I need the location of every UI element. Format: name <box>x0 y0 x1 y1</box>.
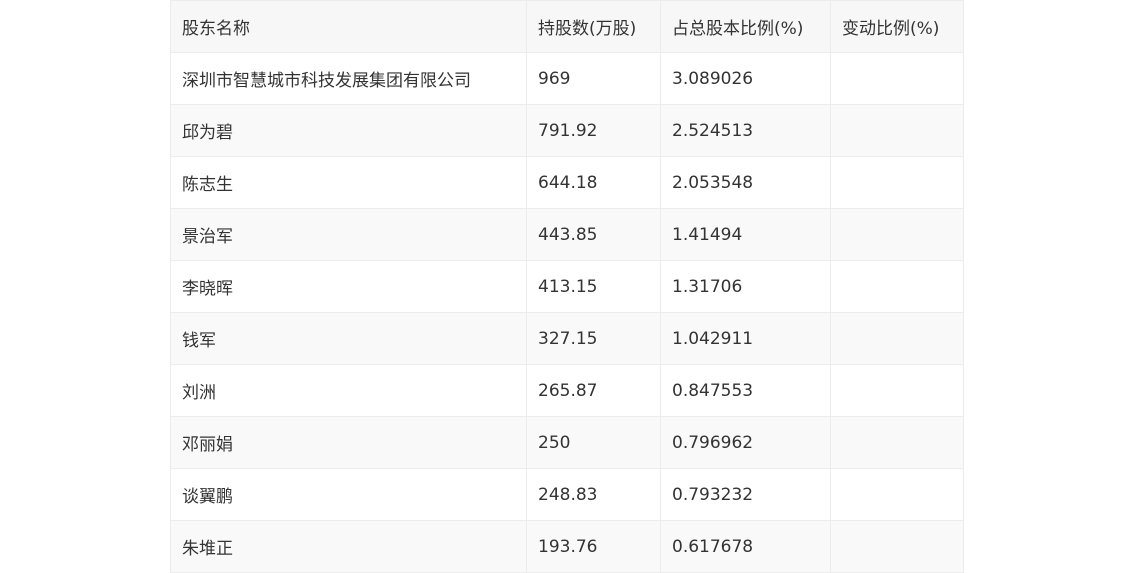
table-header: 股东名称 持股数(万股) 占总股本比例(%) 变动比例(%) <box>170 0 964 53</box>
cell-change-ratio <box>830 104 964 157</box>
cell-shares-held: 193.76 <box>526 520 661 573</box>
table-row: 朱堆正 193.76 0.617678 <box>170 520 964 573</box>
cell-change-ratio <box>830 416 964 469</box>
cell-change-ratio <box>830 312 964 365</box>
cell-share-ratio: 1.41494 <box>660 208 831 261</box>
cell-change-ratio <box>830 520 964 573</box>
table-row: 陈志生 644.18 2.053548 <box>170 156 964 209</box>
cell-shareholder-name: 邓丽娟 <box>170 416 527 469</box>
cell-share-ratio: 0.617678 <box>660 520 831 573</box>
cell-change-ratio <box>830 208 964 261</box>
cell-shareholder-name: 钱军 <box>170 312 527 365</box>
header-shares-held: 持股数(万股) <box>526 0 661 53</box>
cell-shareholder-name: 景治军 <box>170 208 527 261</box>
cell-shares-held: 327.15 <box>526 312 661 365</box>
header-share-ratio: 占总股本比例(%) <box>660 0 831 53</box>
cell-shares-held: 248.83 <box>526 468 661 521</box>
table-row: 邱为碧 791.92 2.524513 <box>170 104 964 157</box>
cell-shareholder-name: 刘洲 <box>170 364 527 417</box>
cell-shares-held: 250 <box>526 416 661 469</box>
cell-share-ratio: 2.524513 <box>660 104 831 157</box>
table-row: 谈翼鹏 248.83 0.793232 <box>170 468 964 521</box>
cell-share-ratio: 0.847553 <box>660 364 831 417</box>
table-row: 李晓晖 413.15 1.31706 <box>170 260 964 313</box>
cell-shareholder-name: 朱堆正 <box>170 520 527 573</box>
table-body: 深圳市智慧城市科技发展集团有限公司 969 3.089026 邱为碧 791.9… <box>170 52 964 573</box>
cell-change-ratio <box>830 468 964 521</box>
cell-share-ratio: 0.796962 <box>660 416 831 469</box>
table-row: 邓丽娟 250 0.796962 <box>170 416 964 469</box>
table-row: 深圳市智慧城市科技发展集团有限公司 969 3.089026 <box>170 52 964 105</box>
table-header-row: 股东名称 持股数(万股) 占总股本比例(%) 变动比例(%) <box>170 0 964 53</box>
cell-shares-held: 791.92 <box>526 104 661 157</box>
cell-share-ratio: 3.089026 <box>660 52 831 105</box>
table-row: 刘洲 265.87 0.847553 <box>170 364 964 417</box>
cell-share-ratio: 0.793232 <box>660 468 831 521</box>
table-row: 钱军 327.15 1.042911 <box>170 312 964 365</box>
header-change-ratio: 变动比例(%) <box>830 0 964 53</box>
cell-change-ratio <box>830 52 964 105</box>
cell-shares-held: 969 <box>526 52 661 105</box>
cell-change-ratio <box>830 364 964 417</box>
cell-shares-held: 413.15 <box>526 260 661 313</box>
cell-shareholder-name: 李晓晖 <box>170 260 527 313</box>
cell-shares-held: 265.87 <box>526 364 661 417</box>
cell-share-ratio: 1.31706 <box>660 260 831 313</box>
cell-shares-held: 443.85 <box>526 208 661 261</box>
cell-change-ratio <box>830 260 964 313</box>
cell-share-ratio: 2.053548 <box>660 156 831 209</box>
shareholder-table-container: 股东名称 持股数(万股) 占总股本比例(%) 变动比例(%) 深圳市智慧城市科技… <box>170 0 964 573</box>
cell-shareholder-name: 陈志生 <box>170 156 527 209</box>
shareholder-table: 股东名称 持股数(万股) 占总股本比例(%) 变动比例(%) 深圳市智慧城市科技… <box>170 0 964 573</box>
cell-shareholder-name: 谈翼鹏 <box>170 468 527 521</box>
cell-change-ratio <box>830 156 964 209</box>
cell-shareholder-name: 邱为碧 <box>170 104 527 157</box>
header-shareholder-name: 股东名称 <box>170 0 527 53</box>
cell-shareholder-name: 深圳市智慧城市科技发展集团有限公司 <box>170 52 527 105</box>
cell-shares-held: 644.18 <box>526 156 661 209</box>
table-row: 景治军 443.85 1.41494 <box>170 208 964 261</box>
cell-share-ratio: 1.042911 <box>660 312 831 365</box>
